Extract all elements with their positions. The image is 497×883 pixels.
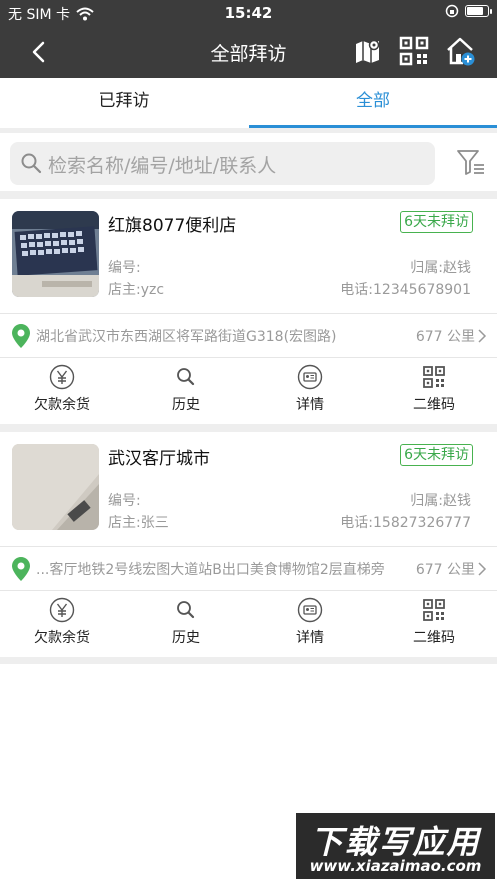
action-bar: 欠款余货 历史 详情 二维码 (0, 357, 497, 423)
divider (0, 424, 497, 432)
store-phone[interactable]: 电话:15827326777 (340, 512, 471, 532)
id-card-icon (297, 364, 323, 390)
visit-status-badge: 6天未拜访 (400, 211, 473, 233)
store-card[interactable]: 红旗8077便利店 6天未拜访 编号: 归属:赵钱 店主:yzc 电话:1234… (0, 199, 497, 424)
store-card[interactable]: 武汉客厅城市 6天未拜访 编号: 归属:赵钱 店主:张三 电话:15827326… (0, 432, 497, 657)
tab-all[interactable]: 全部 (249, 78, 497, 128)
nav-bar: 全部拜访 (0, 26, 497, 78)
action-label: 详情 (296, 630, 324, 646)
action-label: 欠款余货 (34, 630, 90, 646)
store-name: 红旗8077便利店 (108, 216, 237, 236)
store-distance: 677 公里 (415, 562, 475, 578)
store-address: 湖北省武汉市东西湖区将军路街道G318(宏图路) (36, 329, 337, 345)
status-bar: 无 SIM 卡 15:42 (0, 0, 497, 26)
visit-status-badge: 6天未拜访 (400, 444, 473, 466)
action-label: 历史 (172, 397, 200, 413)
store-code: 编号: (108, 260, 141, 276)
yen-circle-icon (49, 597, 75, 623)
filter-icon[interactable] (456, 147, 486, 177)
status-right (445, 4, 492, 18)
search-input[interactable]: 检索名称/编号/地址/联系人 (10, 142, 435, 185)
details-button[interactable]: 详情 (248, 591, 372, 657)
action-label: 二维码 (413, 630, 455, 646)
debt-stock-button[interactable]: 欠款余货 (0, 358, 124, 424)
search-icon (21, 153, 42, 174)
location-pin-icon (12, 324, 30, 348)
store-belong: 归属:赵钱 (410, 493, 471, 509)
clock: 15:42 (224, 4, 273, 22)
orientation-lock-icon (445, 4, 459, 18)
store-owner: 店主:yzc (108, 282, 165, 298)
store-belong: 归属:赵钱 (410, 260, 471, 276)
store-code: 编号: (108, 493, 141, 509)
divider (0, 657, 497, 664)
action-label: 欠款余货 (34, 397, 90, 413)
action-bar: 欠款余货 历史 详情 二维码 (0, 590, 497, 656)
action-label: 历史 (172, 630, 200, 646)
qr-code-icon (423, 366, 445, 388)
action-label: 二维码 (413, 397, 455, 413)
action-label: 详情 (296, 397, 324, 413)
qr-code-icon[interactable] (399, 36, 429, 66)
search-icon (177, 601, 195, 619)
add-store-icon[interactable] (445, 36, 475, 66)
chevron-right-icon (478, 562, 487, 576)
store-photo (12, 444, 99, 530)
divider (0, 191, 497, 199)
qr-code-icon (423, 599, 445, 621)
watermark-url: www.xiazaimao.com (309, 857, 482, 875)
store-distance: 677 公里 (415, 329, 475, 345)
address-row[interactable]: ...客厅地铁2号线宏图大道站B出口美食博物馆2层直梯旁 677 公里 (0, 546, 497, 590)
qr-code-button[interactable]: 二维码 (372, 358, 496, 424)
store-owner: 店主:张三 (108, 515, 169, 531)
tab-bar: 已拜访 全部 (0, 78, 497, 128)
store-phone[interactable]: 电话:12345678901 (340, 279, 471, 299)
store-address: ...客厅地铁2号线宏图大道站B出口美食博物馆2层直梯旁 (36, 562, 385, 578)
search-icon (177, 368, 195, 386)
qr-code-button[interactable]: 二维码 (372, 591, 496, 657)
store-name: 武汉客厅城市 (108, 449, 210, 469)
debt-stock-button[interactable]: 欠款余货 (0, 591, 124, 657)
yen-circle-icon (49, 364, 75, 390)
address-row[interactable]: 湖北省武汉市东西湖区将军路街道G318(宏图路) 677 公里 (0, 313, 497, 357)
map-icon[interactable] (353, 36, 383, 66)
history-button[interactable]: 历史 (124, 358, 248, 424)
search-placeholder: 检索名称/编号/地址/联系人 (48, 155, 277, 177)
store-photo (12, 211, 99, 297)
tab-visited[interactable]: 已拜访 (0, 78, 248, 128)
id-card-icon (297, 597, 323, 623)
location-pin-icon (12, 557, 30, 581)
battery-icon (465, 5, 492, 17)
search-bar: 检索名称/编号/地址/联系人 (0, 133, 497, 191)
history-button[interactable]: 历史 (124, 591, 248, 657)
details-button[interactable]: 详情 (248, 358, 372, 424)
chevron-right-icon (478, 329, 487, 343)
site-watermark: 下载写应用 www.xiazaimao.com (296, 813, 495, 879)
